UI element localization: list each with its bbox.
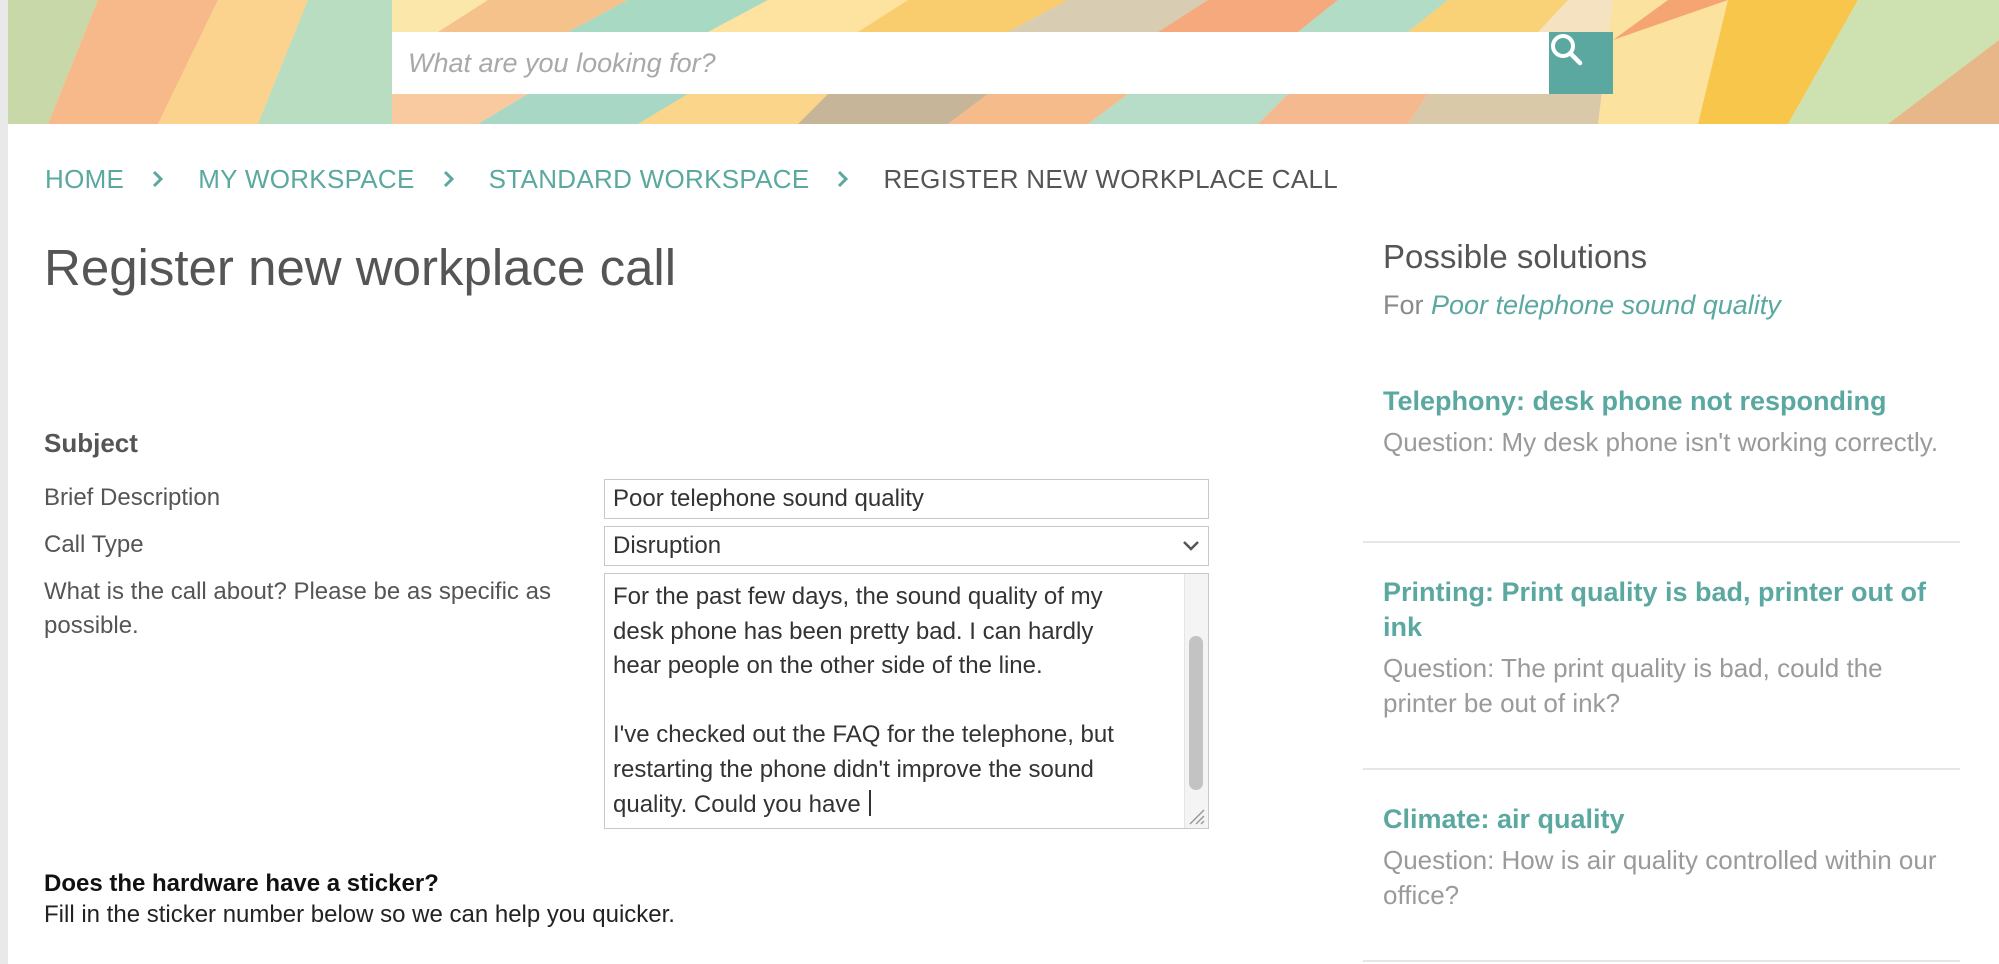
- header-banner: [8, 0, 1999, 124]
- textarea-scroll-thumb[interactable]: [1189, 636, 1203, 790]
- chevron-right-icon: [443, 170, 455, 188]
- sticker-help-text: Fill in the sticker number below so we c…: [44, 901, 675, 928]
- solution-title[interactable]: Printing: Print quality is bad, printer …: [1383, 575, 1943, 645]
- solution-title[interactable]: Telephony: desk phone not responding: [1383, 384, 1943, 419]
- breadcrumb-current: REGISTER NEW WORKPLACE CALL: [883, 163, 1338, 194]
- brief-description-label: Brief Description: [44, 484, 221, 511]
- breadcrumb-standard-workspace[interactable]: STANDARD WORKSPACE: [489, 164, 810, 195]
- page-title: Register new workplace call: [44, 239, 677, 296]
- subject-heading: Subject: [44, 428, 138, 458]
- solution-item[interactable]: Climate: air quality Question: How is ai…: [1383, 802, 1943, 913]
- search-button[interactable]: [1549, 32, 1613, 94]
- details-textarea[interactable]: For the past few days, the sound quality…: [604, 573, 1209, 829]
- resize-grip-icon[interactable]: [1186, 806, 1206, 826]
- chevron-right-icon: [837, 170, 849, 188]
- search-icon: [1551, 34, 1583, 66]
- search-input[interactable]: [392, 32, 1557, 94]
- solutions-for: For Poor telephone sound quality: [1383, 290, 1781, 321]
- chevron-down-icon: [1183, 541, 1199, 551]
- solution-item[interactable]: Printing: Print quality is bad, printer …: [1383, 575, 1943, 721]
- breadcrumb-my-workspace[interactable]: MY WORKSPACE: [198, 164, 414, 195]
- solution-divider: [1363, 768, 1960, 770]
- solution-question: Question: How is air quality controlled …: [1383, 845, 1937, 910]
- solution-question: Question: The print quality is bad, coul…: [1383, 653, 1883, 718]
- textarea-scrollbar[interactable]: [1184, 574, 1208, 828]
- breadcrumb-home[interactable]: HOME: [45, 164, 124, 195]
- details-label: What is the call about? Please be as spe…: [44, 578, 551, 639]
- solutions-for-prefix: For: [1383, 290, 1432, 320]
- page: HOME MY WORKSPACE STANDARD WORKSPACE REG…: [8, 0, 1999, 964]
- details-text: For the past few days, the sound quality…: [613, 580, 1173, 822]
- breadcrumb: HOME MY WORKSPACE STANDARD WORKSPACE REG…: [45, 161, 1338, 197]
- details-value: For the past few days, the sound quality…: [613, 583, 1114, 818]
- solution-title[interactable]: Climate: air quality: [1383, 802, 1943, 837]
- solution-question: Question: My desk phone isn't working co…: [1383, 427, 1939, 457]
- text-caret: [869, 789, 872, 816]
- chevron-right-icon: [152, 170, 164, 188]
- solution-divider: [1363, 960, 1960, 962]
- call-type-value: Disruption: [613, 532, 722, 559]
- call-type-select[interactable]: Disruption: [604, 526, 1209, 566]
- sticker-heading: Does the hardware have a sticker?: [44, 870, 439, 897]
- solutions-for-subject: Poor telephone sound quality: [1431, 290, 1781, 320]
- solution-divider: [1363, 541, 1960, 543]
- solution-item[interactable]: Telephony: desk phone not responding Que…: [1383, 384, 1943, 460]
- solutions-title: Possible solutions: [1383, 238, 1648, 275]
- call-type-label: Call Type: [44, 531, 144, 558]
- brief-description-field[interactable]: [604, 479, 1209, 519]
